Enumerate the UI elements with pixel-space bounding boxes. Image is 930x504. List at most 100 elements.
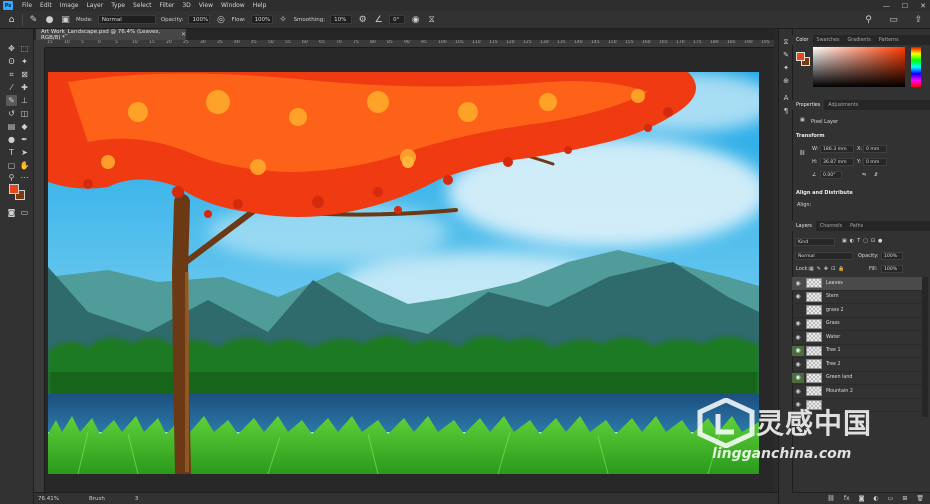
menu-layer[interactable]: Layer bbox=[82, 2, 107, 9]
minimize-button[interactable]: — bbox=[883, 2, 890, 10]
clone-source-panel-icon[interactable]: ⊕ bbox=[781, 76, 791, 86]
width-field[interactable]: 186.3 mm bbox=[820, 145, 854, 153]
hand-tool-icon[interactable]: ✋ bbox=[19, 160, 30, 171]
height-field[interactable]: 36.87 mm bbox=[820, 158, 854, 166]
menu-edit[interactable]: Edit bbox=[36, 2, 56, 9]
layer-thumbnail[interactable] bbox=[806, 291, 822, 302]
align-section-title[interactable]: Align and Distribute bbox=[796, 190, 853, 196]
layer-row[interactable]: ◉ Stem bbox=[792, 291, 922, 304]
gear-icon[interactable]: ⚙ bbox=[357, 14, 368, 25]
history-panel-icon[interactable]: ⧖ bbox=[781, 37, 791, 47]
foreground-color-swatch[interactable] bbox=[9, 184, 19, 194]
color-picker-field[interactable] bbox=[813, 47, 905, 87]
layer-row[interactable]: ◉ Green land bbox=[792, 372, 922, 385]
menu-view[interactable]: View bbox=[195, 2, 217, 9]
menu-3d[interactable]: 3D bbox=[178, 2, 194, 9]
hue-slider[interactable] bbox=[911, 47, 921, 87]
visibility-eye-icon[interactable]: ◉ bbox=[792, 305, 804, 315]
menu-help[interactable]: Help bbox=[249, 2, 271, 9]
layer-row[interactable]: ◉ Tree 2 bbox=[792, 358, 922, 372]
healing-tool-icon[interactable]: ✚ bbox=[19, 82, 30, 93]
brushes-panel-icon[interactable]: ✦ bbox=[781, 63, 791, 73]
airbrush-icon[interactable]: ✧ bbox=[278, 14, 289, 25]
visibility-eye-icon[interactable]: ◉ bbox=[792, 372, 804, 383]
layer-row[interactable]: ◉ Tree 1 bbox=[792, 345, 922, 358]
history-brush-tool-icon[interactable]: ↺ bbox=[6, 108, 17, 119]
layer-row[interactable]: ◉ Water bbox=[792, 331, 922, 345]
layer-thumbnail[interactable] bbox=[806, 386, 822, 397]
angle-field[interactable]: 0° bbox=[389, 15, 406, 24]
tab-paths[interactable]: Paths bbox=[846, 221, 867, 231]
menu-image[interactable]: Image bbox=[56, 2, 83, 9]
paragraph-panel-icon[interactable]: ¶ bbox=[781, 106, 791, 116]
layer-row[interactable]: ◉ Leaves bbox=[792, 277, 922, 291]
visibility-eye-icon[interactable]: ◉ bbox=[792, 278, 804, 288]
fill-field[interactable]: 100% bbox=[881, 265, 903, 273]
brush-tool-icon[interactable]: ✎ bbox=[6, 95, 17, 106]
smoothing-field[interactable]: 10% bbox=[330, 15, 353, 24]
layer-thumbnail[interactable] bbox=[806, 372, 822, 383]
tab-layers[interactable]: Layers bbox=[792, 221, 816, 231]
flip-horizontal-icon[interactable]: ⇋ bbox=[862, 172, 866, 178]
pen-tool-icon[interactable]: ✒ bbox=[19, 134, 30, 145]
pressure-size-icon[interactable]: ◉ bbox=[410, 14, 421, 25]
home-icon[interactable]: ⌂ bbox=[6, 14, 17, 25]
frame-tool-icon[interactable]: ⊠ bbox=[19, 69, 30, 80]
marquee-tool-icon[interactable]: ⬚ bbox=[19, 43, 30, 54]
group-icon[interactable]: ▭ bbox=[888, 495, 894, 502]
layer-filter-icons[interactable]: ▣◐T▢⊡● bbox=[842, 238, 885, 244]
visibility-eye-icon[interactable]: ◉ bbox=[792, 386, 804, 396]
more-tools-icon[interactable]: ⋯ bbox=[19, 172, 30, 183]
tab-channels[interactable]: Channels bbox=[816, 221, 846, 231]
stamp-tool-icon[interactable]: ⊥ bbox=[19, 95, 30, 106]
move-tool-icon[interactable]: ✥ bbox=[6, 43, 17, 54]
type-tool-icon[interactable]: T bbox=[6, 147, 17, 158]
eyedropper-tool-icon[interactable]: ⁄ bbox=[6, 82, 17, 93]
visibility-eye-icon[interactable]: ◉ bbox=[792, 345, 804, 356]
symmetry-icon[interactable]: ⧖ bbox=[426, 14, 437, 25]
vertical-ruler[interactable] bbox=[34, 48, 45, 492]
character-panel-icon[interactable]: A bbox=[781, 93, 791, 103]
close-button[interactable]: ✕ bbox=[920, 2, 926, 10]
visibility-eye-icon[interactable]: ◉ bbox=[792, 319, 804, 329]
document-tab[interactable]: Art Work_Landscape.psd @ 76.4% (Leaves, … bbox=[36, 29, 186, 41]
x-field[interactable]: 0 mm bbox=[863, 145, 887, 153]
dodge-tool-icon[interactable]: ● bbox=[6, 134, 17, 145]
link-layers-icon[interactable]: ⛓ bbox=[827, 495, 835, 502]
brush-settings-panel-icon[interactable]: ✎ bbox=[781, 50, 791, 60]
opacity-field[interactable]: 100% bbox=[188, 15, 211, 24]
menu-select[interactable]: Select bbox=[129, 2, 156, 9]
close-tab-icon[interactable]: ✕ bbox=[181, 31, 186, 38]
layer-row[interactable]: ◉ Grass bbox=[792, 318, 922, 331]
blend-mode-select[interactable]: Normal bbox=[795, 252, 853, 260]
lock-options-icons[interactable]: ▦✎✥⊡🔒 bbox=[809, 266, 848, 272]
tab-color[interactable]: Color bbox=[792, 35, 813, 45]
layer-opacity-field[interactable]: 100% bbox=[881, 252, 903, 260]
layer-thumbnail[interactable] bbox=[806, 332, 822, 343]
link-dimensions-icon[interactable]: ⛓ bbox=[799, 150, 805, 156]
screen-mode-icon[interactable]: ▭ bbox=[19, 207, 30, 218]
search-icon[interactable]: ⚲ bbox=[863, 15, 874, 26]
visibility-eye-icon[interactable]: ◉ bbox=[792, 332, 804, 342]
crop-tool-icon[interactable]: ⌗ bbox=[6, 69, 17, 80]
flip-vertical-icon[interactable]: ⇵ bbox=[874, 172, 878, 178]
menu-file[interactable]: File bbox=[18, 2, 36, 9]
visibility-eye-icon[interactable]: ◉ bbox=[792, 359, 804, 369]
eraser-tool-icon[interactable]: ◫ bbox=[19, 108, 30, 119]
transform-section-title[interactable]: Transform bbox=[796, 133, 825, 139]
angle-icon[interactable]: ∠ bbox=[373, 14, 384, 25]
menu-type[interactable]: Type bbox=[107, 2, 129, 9]
workspace-icon[interactable]: ▭ bbox=[888, 15, 899, 26]
flow-field[interactable]: 100% bbox=[250, 15, 273, 24]
add-mask-icon[interactable]: ◙ bbox=[859, 495, 865, 502]
layer-thumbnail[interactable] bbox=[806, 359, 822, 370]
brush-preset-icon[interactable]: ● bbox=[44, 14, 55, 25]
quick-select-tool-icon[interactable]: ✦ bbox=[19, 56, 30, 67]
layer-thumbnail[interactable] bbox=[806, 278, 822, 289]
tab-adjustments[interactable]: Adjustments bbox=[824, 100, 862, 110]
layer-style-icon[interactable]: fx bbox=[844, 495, 850, 502]
mode-select[interactable]: Normal bbox=[97, 15, 156, 24]
panel-foreground-swatch[interactable] bbox=[796, 52, 805, 61]
path-select-tool-icon[interactable]: ➤ bbox=[19, 147, 30, 158]
gradient-tool-icon[interactable]: ▤ bbox=[6, 121, 17, 132]
